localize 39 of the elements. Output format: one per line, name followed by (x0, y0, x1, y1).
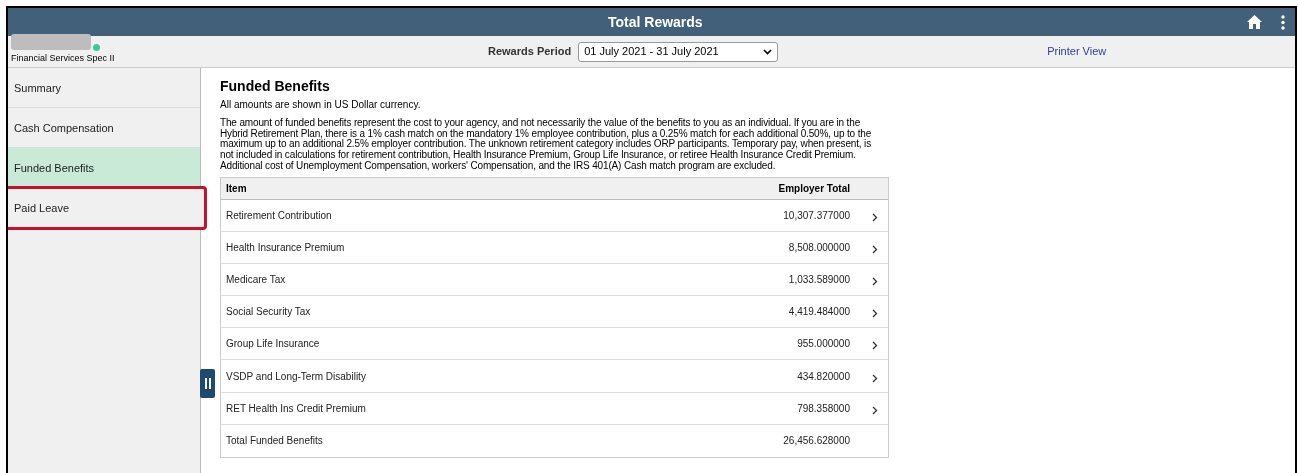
table-cell-text: Group Life Insurance (225, 337, 320, 352)
table-cell-text: 4,419.484000 (788, 305, 850, 320)
collapse-handle[interactable] (200, 369, 215, 398)
description-text: The amount of funded benefits represent the cost to your agency, and not necessarily the value of the benefits to you as an individual. If you are in the Hybrid Retirement Plan, there is a 1% cash match on the mandatory 1% employee contribution, plus a 0.25% match for each additional 0.50%, up to the maximum up to an additional 2.5% employer contribution. The unknown retirement category includes ORP participants. Temporary pay, when present, is not included in calculations for retirement contribution, Health Insurance Premium, Group Life Insurance, or retiree Health Insurance Credit Premium. Additional cost of Unemployment Compensation, workers' Compensation, and the IRS 401(A) Cash match program are excluded. (220, 118, 873, 172)
table-cell-text: 798.358000 (797, 401, 850, 416)
section-title: Funded Benefits (220, 77, 331, 95)
rewards-period-select[interactable]: 01 July 2021 - 31 July 2021 (578, 41, 779, 62)
table-cell-text: Health Insurance Premium (225, 240, 345, 255)
table-cell-text: 434.820000 (797, 369, 850, 384)
table-cell-text: VSDP and Long-Term Disability (225, 369, 366, 384)
table-cell-text: Total Funded Benefits (225, 434, 323, 449)
printer-view-link[interactable]: Printer View (1047, 43, 1107, 60)
table-cell-text: RET Health Ins Credit Premium (225, 401, 366, 416)
more-options-icon[interactable] (1281, 14, 1285, 30)
chevron-right-icon[interactable] (872, 277, 878, 286)
table-cell-text: 26,456.628000 (783, 434, 850, 449)
column-header: Employer Total (778, 181, 850, 196)
table-cell-text: 8,508.000000 (788, 240, 850, 255)
rewards-period-label: Rewards Period (488, 44, 572, 60)
table-cell-text: Medicare Tax (225, 273, 286, 287)
chevron-right-icon[interactable] (872, 244, 878, 254)
chevron-right-icon[interactable] (872, 212, 878, 222)
table-cell-text: Retirement Contribution (225, 208, 332, 223)
chevron-right-icon[interactable] (872, 405, 878, 415)
home-icon[interactable] (1246, 14, 1263, 30)
sidebar-item[interactable]: Funded Benefits (8, 148, 200, 188)
column-header: Item (225, 181, 247, 196)
chevron-right-icon[interactable] (872, 309, 878, 319)
table-cell-text: 10,307.377000 (783, 208, 850, 223)
job-title: Financial Services Spec II (11, 52, 116, 64)
chevron-down-icon (763, 48, 773, 55)
table-cell-text: 1,033.589000 (788, 273, 850, 287)
chevron-right-icon[interactable] (872, 373, 878, 383)
table-cell-text: Social Security Tax (225, 305, 311, 320)
currency-note: All amounts are shown in US Dollar currency. (220, 99, 422, 111)
page-title: Total Rewards (608, 12, 703, 32)
sidebar-item[interactable]: Paid Leave (8, 188, 205, 228)
chevron-right-icon[interactable] (872, 341, 878, 351)
table-cell-text: 955.000000 (797, 337, 850, 352)
